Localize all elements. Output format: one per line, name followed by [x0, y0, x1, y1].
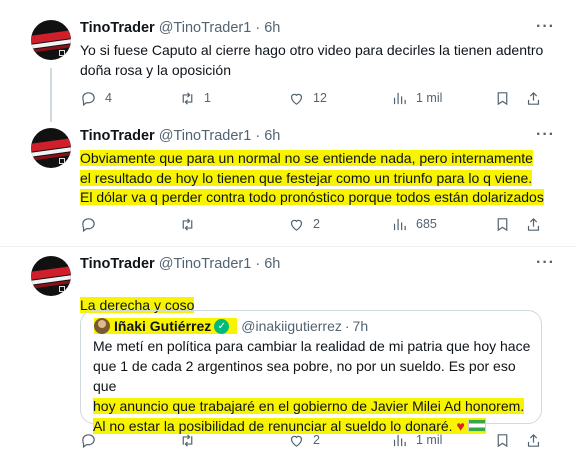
author-name[interactable]: TinoTrader	[80, 20, 155, 36]
like-button[interactable]: 12	[288, 88, 327, 108]
quoted-tweet[interactable]: Iñaki Gutiérrez ✓ @inakiigutierrez · 7h …	[80, 310, 542, 434]
author-name[interactable]: TinoTrader	[80, 128, 155, 144]
retweet-count: 1	[204, 91, 211, 105]
action-bar: 4 1 12 1 mil	[80, 88, 550, 108]
more-options-icon[interactable]: ···	[536, 18, 555, 36]
timestamp[interactable]: 6h	[264, 20, 280, 36]
separator-dot: ·	[255, 128, 261, 144]
avatar[interactable]	[31, 256, 71, 296]
share-button[interactable]	[525, 214, 542, 234]
quoted-timestamp[interactable]: 7h	[353, 318, 369, 334]
quoted-author-handle[interactable]: @inakiigutierrez	[241, 318, 342, 334]
avatar[interactable]	[31, 128, 71, 168]
quoted-avatar[interactable]	[94, 318, 110, 334]
like-icon	[290, 93, 303, 105]
bookmark-icon	[497, 91, 508, 105]
tweet-text: Yo si fuese Caputo al cierre hago otro v…	[80, 42, 544, 78]
more-options-icon[interactable]: ···	[536, 254, 555, 272]
reply-count: 4	[105, 91, 112, 105]
quoted-text-line: Me metí en política para cambiar la real…	[93, 338, 531, 354]
thread-line	[50, 68, 52, 122]
bookmark-button[interactable]	[494, 88, 511, 108]
reply-icon	[82, 91, 95, 106]
separator-dot: ·	[255, 256, 261, 272]
timestamp[interactable]: 6h	[264, 256, 280, 272]
timestamp[interactable]: 6h	[264, 128, 280, 144]
views-icon	[393, 92, 406, 104]
separator-dot: ·	[255, 20, 261, 36]
retweet-button[interactable]: 1	[179, 88, 211, 108]
retweet-button[interactable]	[179, 214, 204, 234]
retweet-icon	[182, 91, 193, 105]
bookmark-button[interactable]	[494, 214, 511, 234]
like-count: 12	[313, 91, 327, 105]
retweet-icon	[182, 217, 193, 231]
author-name[interactable]: TinoTrader	[80, 256, 155, 272]
views-count: 1 mil	[416, 91, 443, 105]
tweet-text: Obviamente que para un normal no se enti…	[70, 149, 570, 208]
tweet-header: TinoTrader @TinoTrader1 · 6h	[80, 20, 280, 36]
highlighted-text-line: el resultado de hoy lo tienen que festej…	[80, 169, 533, 186]
tweet-header: TinoTrader @TinoTrader1 · 6h	[80, 128, 280, 144]
highlighted-text-line: Obviamente que para un normal no se enti…	[80, 150, 533, 166]
quoted-tweet-text: Me metí en política para cambiar la real…	[93, 336, 533, 436]
quoted-tweet-header: Iñaki Gutiérrez ✓ @inakiigutierrez · 7h	[94, 318, 368, 334]
author-handle[interactable]: @TinoTrader1	[159, 256, 252, 272]
share-icon	[527, 91, 540, 105]
highlighted-text-line: hoy anuncio que trabajaré en el gobierno…	[93, 398, 525, 414]
tweet-1[interactable]: TinoTrader @TinoTrader1 · 6h ··· Yo si f…	[0, 0, 577, 122]
reply-button[interactable]: 4	[80, 88, 112, 108]
views-button[interactable]: 1 mil	[391, 88, 442, 108]
reply-button[interactable]	[80, 214, 105, 234]
verified-icon: ✓	[214, 318, 230, 334]
bookmark-icon	[497, 217, 508, 231]
action-bar: 2 685	[80, 214, 550, 234]
flag-emoji	[467, 419, 486, 432]
views-icon	[393, 218, 406, 230]
like-count: 2	[313, 217, 320, 231]
author-handle[interactable]: @TinoTrader1	[159, 128, 252, 144]
tweet-header: TinoTrader @TinoTrader1 · 6h	[80, 256, 280, 272]
quoted-author-name[interactable]: Iñaki Gutiérrez	[114, 318, 211, 334]
like-icon	[290, 219, 303, 231]
more-options-icon[interactable]: ···	[536, 126, 555, 144]
highlighted-text-segment: Al no estar la posibilidad de renunciar …	[93, 418, 453, 434]
tweet-2[interactable]: TinoTrader @TinoTrader1 · 6h ··· Obviame…	[0, 120, 577, 246]
like-button[interactable]: 2	[288, 214, 320, 234]
avatar[interactable]	[31, 20, 71, 60]
share-icon	[527, 217, 540, 231]
separator-dot: ·	[344, 318, 350, 334]
author-handle[interactable]: @TinoTrader1	[159, 20, 252, 36]
share-button[interactable]	[525, 88, 542, 108]
views-count: 685	[416, 217, 437, 231]
quoted-text-line: que 1 de cada 2 argentinos sea pobre, no…	[93, 358, 516, 394]
highlighted-text-line: Al no estar la posibilidad de renunciar …	[93, 418, 486, 434]
highlighted-text-line: El dólar va q perder contra todo pronóst…	[80, 189, 544, 205]
quoted-author-highlight: Iñaki Gutiérrez ✓	[94, 318, 238, 334]
heart-emoji: ♥	[456, 418, 465, 434]
reply-icon	[82, 217, 95, 232]
views-button[interactable]: 685	[391, 214, 437, 234]
